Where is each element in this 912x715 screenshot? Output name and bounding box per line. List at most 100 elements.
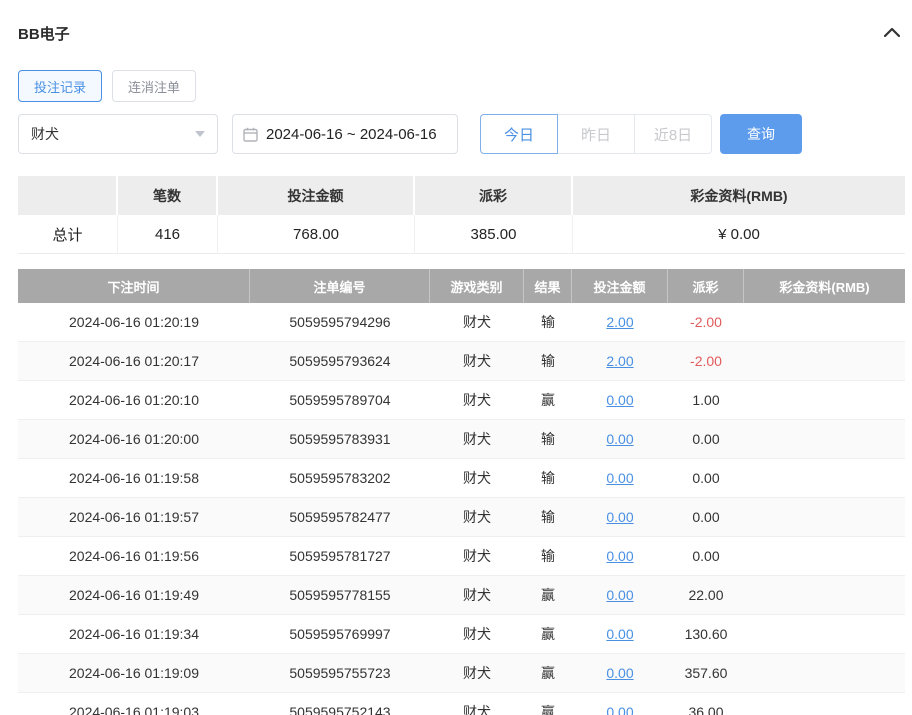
cell-order-id: 5059595783202 <box>250 459 430 497</box>
bet-amount-link[interactable]: 0.00 <box>606 509 633 525</box>
cell-bet-amount: 0.00 <box>572 654 668 692</box>
table-row: 2024-06-16 01:20:10 5059595789704 财犬 赢 0… <box>18 381 905 420</box>
summary-total-bet-amount: 768.00 <box>218 215 415 254</box>
cell-result: 输 <box>524 459 572 497</box>
cell-order-id: 5059595789704 <box>250 381 430 419</box>
cell-game-type: 财犬 <box>430 654 524 692</box>
summary-header-bonus: 彩金资料(RMB) <box>573 176 905 215</box>
cell-game-type: 财犬 <box>430 615 524 653</box>
table-row: 2024-06-16 01:20:19 5059595794296 财犬 输 2… <box>18 303 905 342</box>
table-row: 2024-06-16 01:19:09 5059595755723 财犬 赢 0… <box>18 654 905 693</box>
bet-amount-link[interactable]: 0.00 <box>606 665 633 681</box>
game-select[interactable]: 财犬 <box>18 114 218 154</box>
bet-amount-link[interactable]: 2.00 <box>606 353 633 369</box>
cell-order-id: 5059595782477 <box>250 498 430 536</box>
cell-result: 赢 <box>524 381 572 419</box>
cell-order-id: 5059595769997 <box>250 615 430 653</box>
summary-total-payout: 385.00 <box>415 215 573 254</box>
search-button[interactable]: 查询 <box>720 114 802 154</box>
cell-bet-time: 2024-06-16 01:19:49 <box>18 576 250 614</box>
cell-bet-amount: 2.00 <box>572 303 668 341</box>
cell-bonus <box>744 615 905 653</box>
cell-payout: 130.60 <box>668 615 744 653</box>
filters-bar: 财犬 2024-06-16 ~ 2024-06-16 今日 昨日 近8日 查询 <box>18 114 905 154</box>
bet-amount-link[interactable]: 0.00 <box>606 431 633 447</box>
col-header-payout: 派彩 <box>668 269 744 303</box>
cell-order-id: 5059595793624 <box>250 342 430 380</box>
cell-bonus <box>744 537 905 575</box>
cell-bonus <box>744 420 905 458</box>
cell-bet-amount: 0.00 <box>572 420 668 458</box>
summary-table: 笔数 投注金额 派彩 彩金资料(RMB) 总计 416 768.00 385.0… <box>18 176 905 254</box>
cell-order-id: 5059595794296 <box>250 303 430 341</box>
summary-header-bet-amount: 投注金额 <box>218 176 415 215</box>
cell-payout: -2.00 <box>668 342 744 380</box>
tabs: 投注记录 连消注单 <box>18 70 905 102</box>
quick-yesterday-button[interactable]: 昨日 <box>557 114 635 154</box>
col-header-bet-amount: 投注金额 <box>572 269 668 303</box>
cell-bet-amount: 0.00 <box>572 498 668 536</box>
cell-order-id: 5059595752143 <box>250 693 430 715</box>
cell-bet-time: 2024-06-16 01:20:19 <box>18 303 250 341</box>
game-select-value: 财犬 <box>31 124 59 144</box>
cell-bet-amount: 0.00 <box>572 537 668 575</box>
cell-payout: 0.00 <box>668 537 744 575</box>
quick-date-group: 今日 昨日 近8日 <box>480 114 712 154</box>
quick-last-8-days-button[interactable]: 近8日 <box>634 114 712 154</box>
summary-header-count: 笔数 <box>118 176 218 215</box>
calendar-icon <box>243 127 258 142</box>
cell-payout: 0.00 <box>668 459 744 497</box>
cell-result: 赢 <box>524 576 572 614</box>
date-range-input[interactable]: 2024-06-16 ~ 2024-06-16 <box>232 114 458 154</box>
cell-bet-amount: 0.00 <box>572 615 668 653</box>
date-range-value: 2024-06-16 ~ 2024-06-16 <box>266 126 437 143</box>
bet-amount-link[interactable]: 0.00 <box>606 626 633 642</box>
table-row: 2024-06-16 01:19:58 5059595783202 财犬 输 0… <box>18 459 905 498</box>
cell-order-id: 5059595755723 <box>250 654 430 692</box>
cell-bonus <box>744 342 905 380</box>
summary-header-row: 笔数 投注金额 派彩 彩金资料(RMB) <box>18 176 905 215</box>
summary-total-bonus: ¥ 0.00 <box>573 215 905 254</box>
cell-bonus <box>744 303 905 341</box>
table-row: 2024-06-16 01:19:49 5059595778155 财犬 赢 0… <box>18 576 905 615</box>
chevron-up-icon <box>884 24 900 42</box>
cell-payout: 0.00 <box>668 498 744 536</box>
cell-bet-time: 2024-06-16 01:20:10 <box>18 381 250 419</box>
page-title: BB电子 <box>18 23 70 44</box>
cell-game-type: 财犬 <box>430 459 524 497</box>
bet-amount-link[interactable]: 0.00 <box>606 470 633 486</box>
cell-bonus <box>744 498 905 536</box>
cell-bet-amount: 0.00 <box>572 576 668 614</box>
bet-amount-link[interactable]: 2.00 <box>606 314 633 330</box>
cell-game-type: 财犬 <box>430 498 524 536</box>
table-row: 2024-06-16 01:20:17 5059595793624 财犬 输 2… <box>18 342 905 381</box>
cell-bet-amount: 0.00 <box>572 459 668 497</box>
cell-payout: 1.00 <box>668 381 744 419</box>
tab-bet-records[interactable]: 投注记录 <box>18 70 102 102</box>
bet-records-panel: BB电子 投注记录 连消注单 财犬 2024-06-16 ~ 2024-06-1… <box>0 0 912 715</box>
bet-amount-link[interactable]: 0.00 <box>606 704 633 715</box>
cell-bet-time: 2024-06-16 01:20:00 <box>18 420 250 458</box>
cell-payout: 36.00 <box>668 693 744 715</box>
bet-amount-link[interactable]: 0.00 <box>606 587 633 603</box>
cell-result: 输 <box>524 303 572 341</box>
cell-result: 输 <box>524 420 572 458</box>
table-row: 2024-06-16 01:19:34 5059595769997 财犬 赢 0… <box>18 615 905 654</box>
cell-result: 输 <box>524 537 572 575</box>
bet-amount-link[interactable]: 0.00 <box>606 392 633 408</box>
quick-today-button[interactable]: 今日 <box>480 114 558 154</box>
summary-total-row: 总计 416 768.00 385.00 ¥ 0.00 <box>18 215 905 254</box>
cell-bet-time: 2024-06-16 01:19:57 <box>18 498 250 536</box>
bet-amount-link[interactable]: 0.00 <box>606 548 633 564</box>
summary-header-payout: 派彩 <box>415 176 573 215</box>
cell-bonus <box>744 381 905 419</box>
col-header-game-type: 游戏类别 <box>430 269 524 303</box>
collapse-button[interactable] <box>881 22 903 44</box>
cell-bet-time: 2024-06-16 01:20:17 <box>18 342 250 380</box>
col-header-order-id: 注单编号 <box>250 269 430 303</box>
bet-table-header: 下注时间 注单编号 游戏类别 结果 投注金额 派彩 彩金资料(RMB) <box>18 269 905 303</box>
cell-bet-amount: 0.00 <box>572 381 668 419</box>
cell-order-id: 5059595783931 <box>250 420 430 458</box>
cell-game-type: 财犬 <box>430 342 524 380</box>
tab-cancelled-orders[interactable]: 连消注单 <box>112 70 196 102</box>
